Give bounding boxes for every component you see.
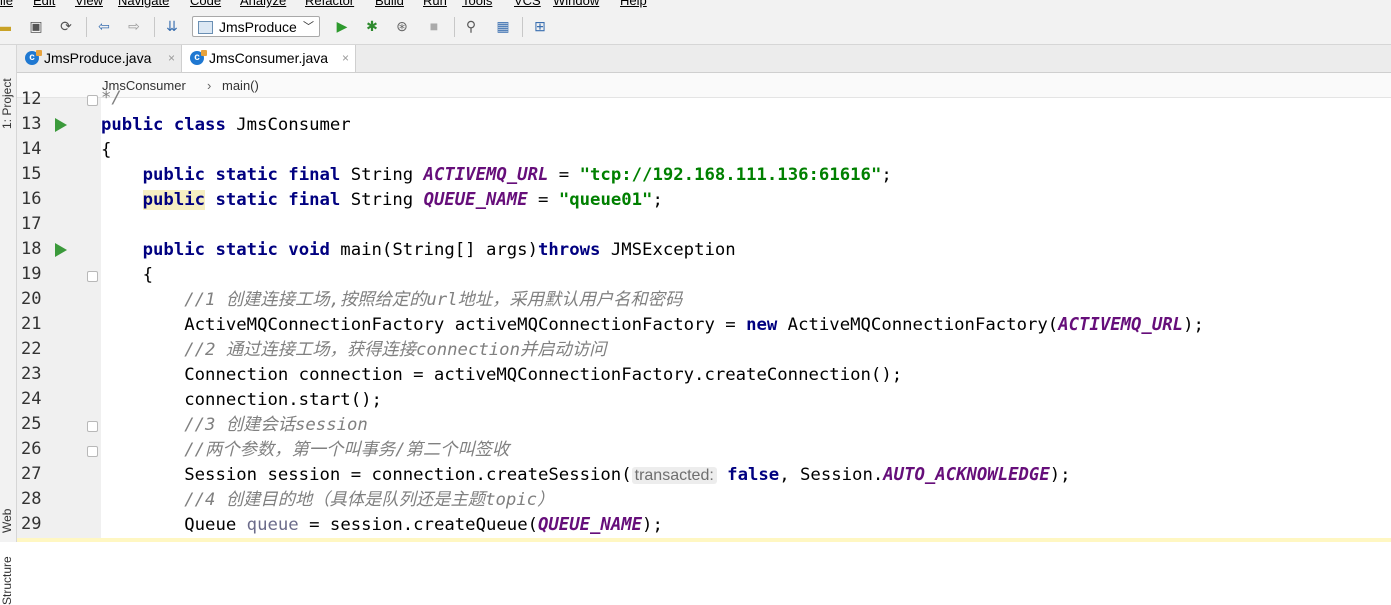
breadcrumb-method[interactable]: main() xyxy=(222,78,259,93)
line-number: 22 xyxy=(21,339,42,359)
debug-icon[interactable]: ✱ xyxy=(364,18,380,34)
fold-marker-icon[interactable] xyxy=(87,271,98,282)
code-line-19: { xyxy=(142,265,154,285)
menu-vcs[interactable]: VCS xyxy=(514,0,541,8)
sync-icon[interactable]: ⟳ xyxy=(58,18,74,34)
menu-window[interactable]: Window xyxy=(553,0,599,8)
run-gutter-icon[interactable] xyxy=(55,118,67,132)
settings-grid-icon[interactable]: ▦ xyxy=(495,18,511,34)
line-number: 15 xyxy=(21,164,42,184)
code-line-25: //3 创建会话session xyxy=(184,415,368,435)
line-number: 20 xyxy=(21,289,42,309)
vcs-update-icon[interactable]: ⊞ xyxy=(532,18,548,34)
code-line-12: */ xyxy=(101,88,122,108)
line-number: 13 xyxy=(21,114,42,134)
menu-code[interactable]: Code xyxy=(190,0,221,8)
menu-navigate[interactable]: Navigate xyxy=(118,0,169,8)
toolbar: ▬ ▣ ⟳ ⇦ ⇨ ⇊ JmsProduce ﹀ ▶ ✱ ⊛ ■ ⚲ ▦ ⊞ xyxy=(0,10,1391,45)
code-line-29: Queue queue = session.createQueue(QUEUE_… xyxy=(184,515,663,535)
project-tool-button[interactable]: 1: Project xyxy=(0,78,14,129)
tab-label: JmsConsumer.java xyxy=(209,50,329,66)
menu-run[interactable]: Run xyxy=(423,0,447,8)
code-line-24: connection.start(); xyxy=(184,390,382,410)
coverage-icon[interactable]: ⊛ xyxy=(394,18,410,34)
line-number: 16 xyxy=(21,189,42,209)
run-icon[interactable]: ▶ xyxy=(334,18,350,34)
line-number: 23 xyxy=(21,364,42,384)
menu-build[interactable]: Build xyxy=(375,0,404,8)
menu-tools[interactable]: Tools xyxy=(462,0,492,8)
chevron-down-icon: ﹀ xyxy=(303,21,314,33)
tab-jmsproduce[interactable]: c JmsProduce.java × xyxy=(17,45,182,72)
line-number: 27 xyxy=(21,464,42,484)
java-class-icon: c xyxy=(25,50,42,65)
save-icon[interactable]: ▣ xyxy=(28,18,44,34)
line-number: 21 xyxy=(21,314,42,334)
left-tool-strip: 1: Project Web Structure xyxy=(0,45,17,605)
line-number: 14 xyxy=(21,139,42,159)
line-number: 24 xyxy=(21,389,42,409)
menu-file[interactable]: File xyxy=(0,0,13,8)
tab-label: JmsProduce.java xyxy=(44,50,152,66)
parameter-hint: transacted: xyxy=(631,467,717,484)
menu-refactor[interactable]: Refactor xyxy=(305,0,354,8)
code-line-28: //4 创建目的地（具体是队列还是主题topic） xyxy=(184,490,555,510)
menu-view[interactable]: View xyxy=(75,0,103,8)
breadcrumb: JmsConsumer › main() xyxy=(17,73,1391,98)
line-number: 28 xyxy=(21,489,42,509)
menu-edit[interactable]: Edit xyxy=(33,0,55,8)
build-project-icon[interactable]: ⇊ xyxy=(164,18,180,34)
run-gutter-icon[interactable] xyxy=(55,243,67,257)
code-line-13: public class JmsConsumer xyxy=(101,115,351,135)
line-number: 29 xyxy=(21,514,42,534)
fold-marker-icon[interactable] xyxy=(87,446,98,457)
code-line-14: { xyxy=(101,140,112,160)
back-arrow-icon[interactable]: ⇦ xyxy=(96,18,112,34)
menu-bar: File Edit View Navigate Code Analyze Ref… xyxy=(0,0,1391,10)
open-folder-icon[interactable]: ▬ xyxy=(0,18,12,34)
code-line-15: public static final String ACTIVEMQ_URL … xyxy=(142,165,892,185)
web-tool-button[interactable]: Web xyxy=(0,509,14,533)
application-icon xyxy=(198,21,213,34)
menu-analyze[interactable]: Analyze xyxy=(240,0,286,8)
close-icon[interactable]: × xyxy=(168,45,175,72)
breadcrumb-separator-icon: › xyxy=(207,78,212,93)
fold-marker-icon[interactable] xyxy=(87,95,98,106)
menu-help[interactable]: Help xyxy=(620,0,647,8)
line-number: 26 xyxy=(21,439,42,459)
editor-tabs: c JmsProduce.java × c JmsConsumer.java × xyxy=(17,45,1391,73)
tab-jmsconsumer[interactable]: c JmsConsumer.java × xyxy=(182,45,356,72)
code-line-18: public static void main(String[] args)th… xyxy=(142,240,736,260)
close-icon[interactable]: × xyxy=(342,45,349,72)
code-line-16: public static final String QUEUE_NAME = … xyxy=(142,190,663,210)
stop-icon[interactable]: ■ xyxy=(426,18,442,34)
code-line-27: Session session = connection.createSessi… xyxy=(184,465,1071,485)
code-line-22: //2 通过连接工场，获得连接connection并启动访问 xyxy=(184,340,607,360)
run-configuration-label: JmsProduce xyxy=(219,19,297,35)
java-class-icon: c xyxy=(190,50,207,65)
code-line-26: //两个参数，第一个叫事务/第二个叫签收 xyxy=(184,440,510,460)
code-line-23: Connection connection = activeMQConnecti… xyxy=(184,365,903,385)
line-number: 25 xyxy=(21,414,42,434)
forward-arrow-icon[interactable]: ⇨ xyxy=(126,18,142,34)
next-line-highlight xyxy=(17,538,1391,542)
line-number: 19 xyxy=(21,264,42,284)
code-editor[interactable]: */ public class JmsConsumer { public sta… xyxy=(101,88,1391,542)
line-number: 18 xyxy=(21,239,42,259)
project-structure-icon[interactable]: ⚲ xyxy=(463,18,479,34)
fold-marker-icon[interactable] xyxy=(87,421,98,432)
line-number: 12 xyxy=(21,89,42,109)
line-number: 17 xyxy=(21,214,42,234)
run-configuration-select[interactable]: JmsProduce ﹀ xyxy=(192,16,320,37)
code-line-20: //1 创建连接工场,按照给定的url地址，采用默认用户名和密码 xyxy=(184,290,683,310)
structure-tool-button[interactable]: Structure xyxy=(0,556,14,605)
code-line-21: ActiveMQConnectionFactory activeMQConnec… xyxy=(184,315,1204,335)
